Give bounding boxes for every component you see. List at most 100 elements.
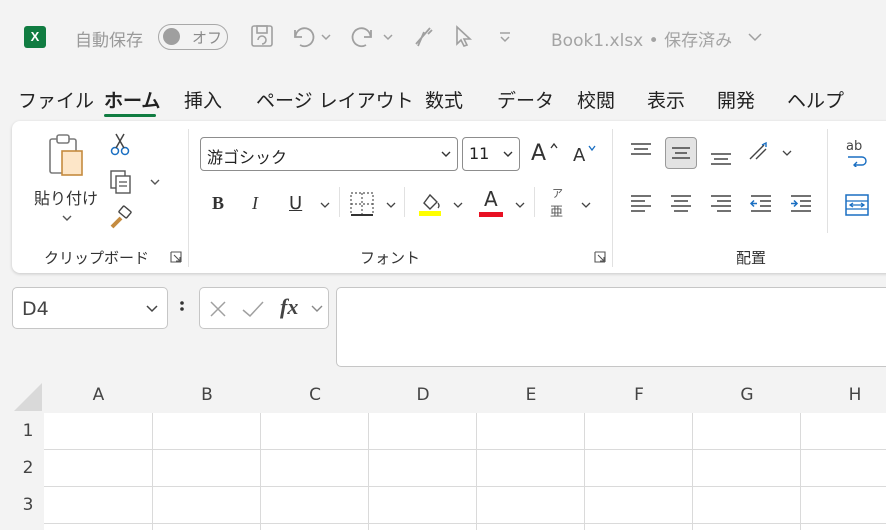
grid-line — [476, 413, 477, 530]
pointer-icon[interactable] — [450, 22, 478, 50]
row-header-2[interactable]: 2 — [12, 450, 44, 487]
active-tab-indicator — [104, 114, 156, 117]
phonetic-dropdown-chevron-icon[interactable] — [580, 199, 592, 211]
paste-label[interactable]: 貼り付け — [34, 185, 98, 209]
title-chevron-down-icon[interactable] — [745, 22, 765, 50]
underline-button[interactable]: U — [289, 193, 302, 214]
cell-area[interactable] — [44, 413, 886, 530]
wrap-text-button[interactable]: ab — [846, 139, 862, 154]
grid-line — [692, 413, 693, 530]
name-box[interactable]: D4 — [12, 287, 168, 329]
row-header-1[interactable]: 1 — [12, 413, 44, 450]
column-header-h[interactable]: H — [801, 377, 886, 413]
grid-line — [584, 413, 585, 530]
decrease-caret-icon — [588, 145, 596, 152]
insert-function-button[interactable]: fx — [280, 294, 298, 320]
fill-color-icon[interactable] — [416, 189, 444, 217]
font-name-dropdown[interactable]: 游ゴシック — [200, 137, 458, 171]
chevron-down-icon[interactable] — [310, 302, 324, 316]
tab-data[interactable]: データ — [497, 86, 554, 113]
group-divider — [188, 129, 189, 267]
autosave-toggle[interactable]: オフ — [158, 24, 228, 50]
font-name-value: 游ゴシック — [207, 148, 288, 167]
orientation-dropdown-chevron-icon[interactable] — [781, 147, 793, 159]
cancel-icon[interactable] — [208, 299, 228, 319]
align-left-icon[interactable] — [628, 191, 654, 217]
top-align-icon[interactable] — [628, 139, 654, 165]
decrease-font-size-button[interactable]: A — [573, 145, 585, 166]
clipboard-dialog-launcher-icon[interactable] — [170, 251, 182, 263]
phonetic-guide-button[interactable]: 亜 — [550, 201, 563, 220]
tab-help[interactable]: ヘルプ — [787, 86, 844, 113]
copy-dropdown-chevron-icon[interactable] — [148, 175, 162, 189]
cut-icon[interactable] — [108, 131, 132, 157]
align-right-icon[interactable] — [708, 191, 734, 217]
column-header-d[interactable]: D — [369, 377, 477, 413]
draw-icon[interactable] — [410, 22, 438, 50]
divider — [404, 187, 405, 217]
middle-align-button[interactable] — [665, 137, 697, 169]
document-title[interactable]: Book1.xlsx • 保存済み — [551, 26, 732, 51]
tab-developer[interactable]: 開発 — [717, 86, 755, 113]
toggle-knob — [163, 28, 180, 45]
tab-formulas[interactable]: 数式 — [425, 86, 463, 113]
row-header-3[interactable]: 3 — [12, 487, 44, 524]
orientation-icon[interactable] — [746, 137, 776, 165]
tab-home[interactable]: ホーム — [104, 86, 160, 113]
tab-insert[interactable]: 挿入 — [184, 86, 222, 113]
increase-indent-icon[interactable] — [788, 191, 814, 217]
font-size-value: 11 — [469, 144, 490, 163]
title-bar: X 自動保存 オフ Book1.xlsx • 保存済み — [0, 0, 886, 72]
undo-icon[interactable] — [288, 22, 316, 50]
tab-review[interactable]: 校閲 — [577, 86, 615, 113]
group-divider — [827, 129, 828, 233]
undo-dropdown-chevron-icon[interactable] — [318, 22, 334, 50]
grid-line — [44, 449, 886, 450]
formula-controls: fx — [199, 287, 329, 329]
alignment-group-label: 配置 — [736, 249, 767, 267]
column-header-a[interactable]: A — [44, 377, 153, 413]
fill-color-dropdown-chevron-icon[interactable] — [452, 199, 464, 211]
tab-page-layout[interactable]: ページ レイアウト — [256, 86, 414, 113]
ribbon-home: 貼り付け クリップボード 游ゴシック 11 A A B I U A ア 亜 フォ… — [12, 121, 886, 273]
font-color-button[interactable]: A — [484, 187, 498, 211]
decrease-indent-icon[interactable] — [748, 191, 774, 217]
column-header-c[interactable]: C — [261, 377, 369, 413]
paste-dropdown-chevron-icon[interactable] — [60, 211, 74, 225]
borders-icon[interactable] — [349, 191, 375, 217]
font-size-dropdown[interactable]: 11 — [462, 137, 520, 171]
bold-button[interactable]: B — [212, 193, 224, 214]
tab-file[interactable]: ファイル — [18, 86, 94, 113]
bottom-align-icon[interactable] — [708, 143, 734, 169]
column-header-g[interactable]: G — [693, 377, 801, 413]
column-header-f[interactable]: F — [585, 377, 693, 413]
clipboard-group-label: クリップボード — [44, 249, 150, 267]
italic-button[interactable]: I — [252, 193, 258, 214]
format-painter-icon[interactable] — [108, 205, 134, 231]
save-icon[interactable] — [248, 22, 276, 50]
redo-dropdown-chevron-icon[interactable] — [380, 22, 396, 50]
wrap-text-icon — [848, 156, 867, 167]
redo-icon[interactable] — [350, 22, 378, 50]
copy-icon[interactable] — [108, 169, 134, 195]
select-all-corner[interactable] — [12, 377, 44, 413]
borders-dropdown-chevron-icon[interactable] — [385, 199, 397, 211]
font-dialog-launcher-icon[interactable] — [594, 251, 606, 263]
underline-dropdown-chevron-icon[interactable] — [319, 199, 331, 211]
column-header-b[interactable]: B — [153, 377, 261, 413]
divider — [534, 187, 535, 217]
column-header-e[interactable]: E — [477, 377, 585, 413]
formula-input[interactable] — [336, 287, 886, 367]
tab-view[interactable]: 表示 — [647, 86, 685, 113]
more-options-icon[interactable] — [176, 296, 188, 320]
font-color-dropdown-chevron-icon[interactable] — [514, 199, 526, 211]
increase-font-size-button[interactable]: A — [531, 141, 546, 166]
merge-center-icon[interactable] — [844, 193, 870, 217]
enter-check-icon[interactable] — [241, 299, 265, 319]
customize-quick-access-icon[interactable] — [495, 22, 515, 50]
worksheet-grid: A B C D E F G H 1 2 3 — [0, 377, 886, 530]
grid-line — [44, 486, 886, 487]
paste-icon[interactable] — [46, 131, 86, 179]
align-center-icon[interactable] — [668, 191, 694, 217]
select-all-triangle-icon — [14, 383, 42, 411]
